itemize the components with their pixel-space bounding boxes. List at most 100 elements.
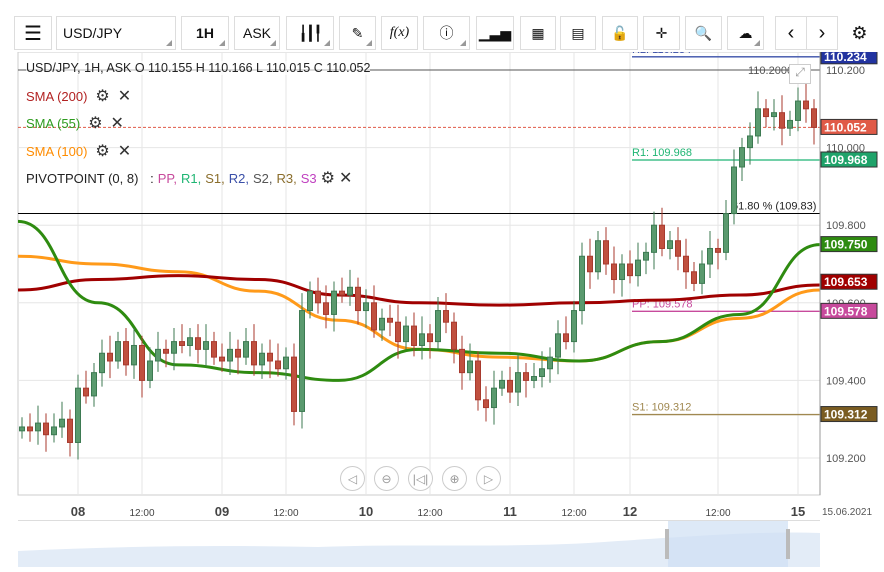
close-icon[interactable]: ✕: [118, 86, 131, 106]
gear-icon[interactable]: ⚙: [321, 168, 335, 188]
candle-body: [675, 240, 681, 257]
crosshair-icon: ✛: [655, 24, 668, 41]
price-box-PP-text: 109.578: [824, 304, 868, 318]
candle-body: [363, 302, 369, 312]
calculator-button[interactable]: ▤: [560, 16, 596, 50]
candle-body: [771, 112, 777, 118]
candle-body: [155, 348, 161, 362]
candle-body: [67, 418, 73, 443]
forward-button[interactable]: ›: [806, 16, 838, 50]
price-chart[interactable]: 110.200110.000109.800109.600109.400109.2…: [0, 52, 884, 571]
calendar-button[interactable]: ▦: [520, 16, 556, 50]
chevron-left-icon: ‹: [787, 21, 795, 44]
candle-body: [595, 240, 601, 273]
gear-icon[interactable]: ⚙: [95, 141, 109, 161]
candle-body: [795, 100, 801, 121]
symbol-select[interactable]: USD/JPY: [56, 16, 176, 50]
cloud-button[interactable]: ☁: [727, 16, 764, 50]
navigator-handle-left: [665, 529, 669, 559]
candle-body: [331, 290, 337, 315]
zoom-button[interactable]: 🔍: [685, 16, 722, 50]
price-type-value: ASK: [242, 25, 271, 41]
lock-button[interactable]: 🔓: [602, 16, 638, 50]
x-tick-label: 12:00: [417, 508, 442, 519]
draw-button[interactable]: ✎: [339, 16, 376, 50]
candle-body: [651, 224, 657, 253]
interval-select[interactable]: 1H: [181, 16, 229, 50]
indicator-label: PIVOTPOINT (0, 8): [26, 170, 139, 186]
fib-label: 61.80 % (109.83): [732, 201, 816, 213]
cloud-upload-icon: ☁: [738, 24, 753, 41]
candle-body: [667, 240, 673, 249]
candle-body: [323, 302, 329, 315]
candle-body: [803, 100, 809, 110]
chart-type-button[interactable]: ╽┃╿: [286, 16, 334, 50]
navigator[interactable]: [18, 520, 820, 567]
indicator-label: SMA (200): [26, 88, 88, 104]
expand-icon[interactable]: ⤢: [789, 64, 811, 84]
candle-body: [723, 213, 729, 253]
pivot-item: R3,: [276, 170, 297, 186]
gear-icon[interactable]: ⚙: [95, 86, 109, 106]
candle-body: [147, 360, 153, 381]
pivot-label-R1: R1: 109.968: [632, 147, 692, 159]
calculator-icon: ▤: [571, 24, 585, 41]
candle-body: [491, 387, 497, 409]
menu-button[interactable]: ☰: [14, 16, 52, 50]
info-button[interactable]: ⓘ: [423, 16, 470, 50]
candle-body: [43, 422, 49, 436]
info-icon: ⓘ: [439, 25, 454, 41]
reset-button[interactable]: |◁|: [408, 466, 433, 491]
pivot-item: R2,: [228, 170, 249, 186]
separator: :: [150, 170, 154, 186]
candle-body: [267, 352, 273, 362]
date-label: 15.06.2021: [822, 507, 872, 518]
zoom-in-button[interactable]: ⊕: [442, 466, 467, 491]
candle-body: [179, 341, 185, 346]
candle-body: [131, 344, 137, 366]
indicator-pivot: PIVOTPOINT (0, 8) : PP, R1, S1, R2, S2, R3, S3…: [26, 168, 352, 188]
close-icon[interactable]: ✕: [111, 113, 124, 133]
pivot-item: PP,: [157, 170, 177, 186]
candle-body: [411, 325, 417, 346]
back-button[interactable]: ‹: [775, 16, 807, 50]
candle-body: [811, 108, 817, 128]
x-tick-label: 15: [791, 504, 805, 519]
candle-body: [115, 341, 121, 362]
candle-body: [507, 379, 513, 393]
x-tick-label: 10: [359, 504, 373, 519]
candle-body: [283, 356, 289, 370]
candle-body: [315, 290, 321, 304]
candle-body: [563, 333, 569, 343]
price-box-R2-text: 110.234: [824, 52, 867, 64]
candle-body: [531, 376, 537, 381]
candle-body: [27, 426, 33, 432]
arrow-left-icon: ◁: [347, 471, 358, 486]
lock-icon: 🔓: [611, 24, 629, 41]
x-tick-label: 08: [71, 504, 85, 519]
crosshair-button[interactable]: ✛: [643, 16, 680, 50]
zoom-in-icon: ⊕: [449, 471, 460, 486]
close-icon[interactable]: ✕: [339, 168, 352, 188]
candle-body: [483, 399, 489, 409]
indicators-button[interactable]: f(x): [381, 16, 418, 50]
y-tick-label: 109.400: [826, 375, 866, 387]
gear-icon[interactable]: ⚙: [88, 113, 102, 133]
fx-icon: f(x): [389, 25, 410, 40]
bar-chart-button[interactable]: ▁▃▅: [476, 16, 514, 50]
candle-body: [219, 356, 225, 362]
price-type-select[interactable]: ASK: [234, 16, 280, 50]
scroll-left-button[interactable]: ◁: [340, 466, 365, 491]
zoom-out-button[interactable]: ⊖: [374, 466, 399, 491]
zoom-out-icon: ⊖: [381, 471, 392, 486]
settings-button[interactable]: ⚙: [843, 16, 876, 50]
x-tick-label: 12:00: [705, 508, 730, 519]
candle-body: [547, 356, 553, 370]
candle-body: [291, 356, 297, 412]
close-icon[interactable]: ✕: [118, 141, 131, 161]
zoom-icon: 🔍: [694, 24, 713, 41]
candle-body: [699, 263, 705, 284]
candle-body: [387, 317, 393, 323]
candle-body: [75, 387, 81, 443]
scroll-right-button[interactable]: ▷: [476, 466, 501, 491]
